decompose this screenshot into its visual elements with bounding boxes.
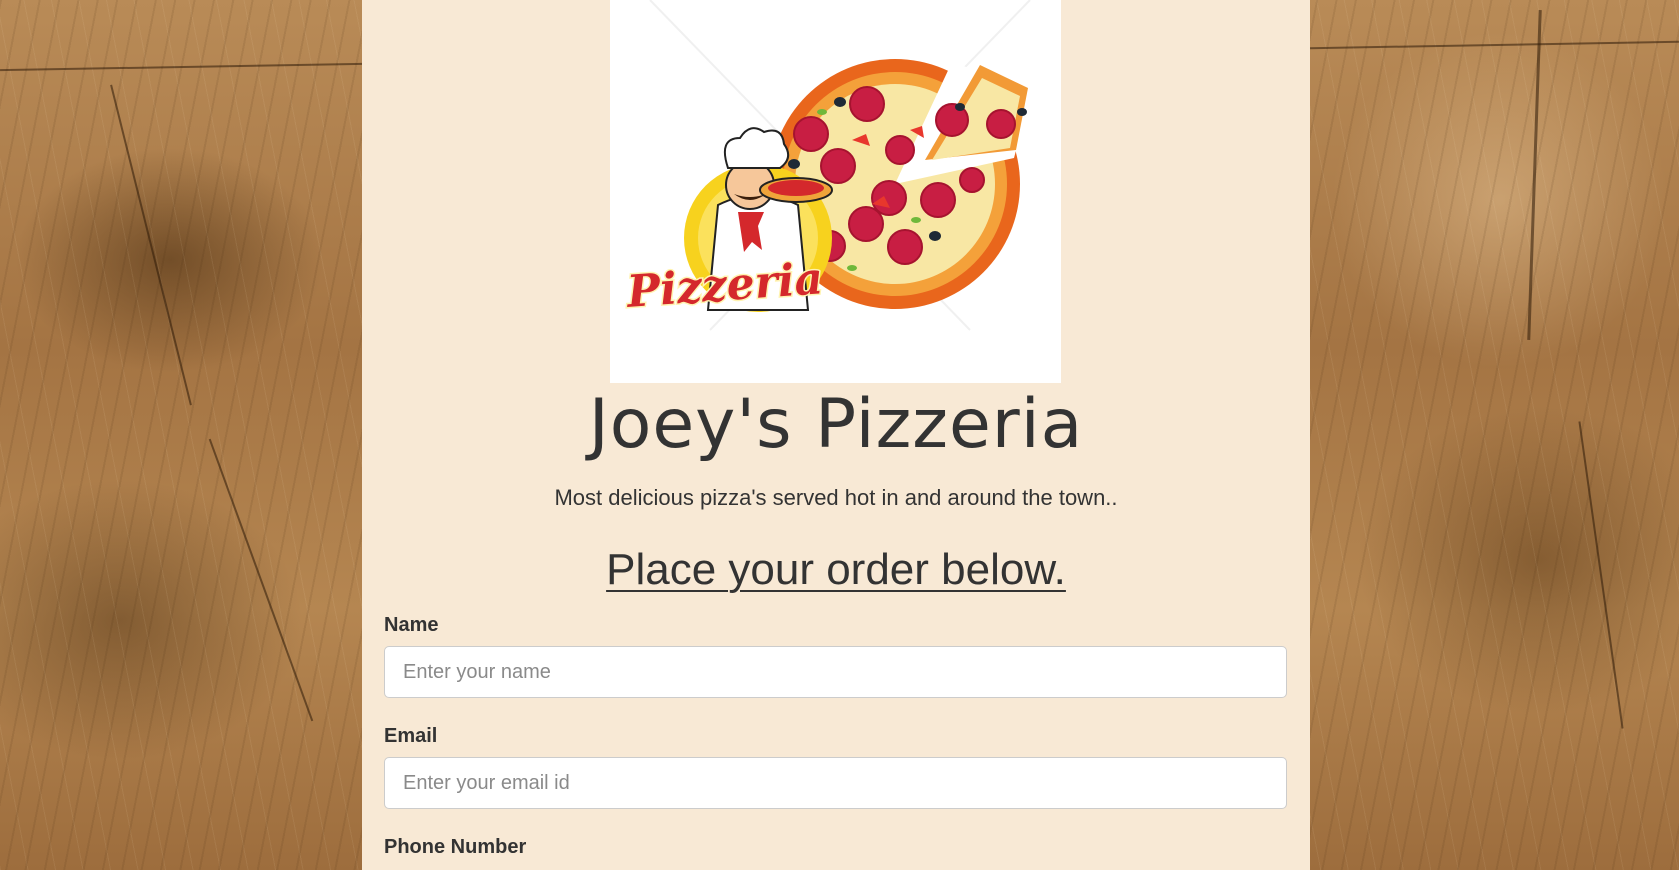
email-input[interactable] (384, 757, 1287, 809)
order-form-heading: Place your order below. (606, 545, 1066, 594)
brand-title: Joey's Pizzeria (588, 385, 1084, 464)
phone-number-field-label: Phone Number (384, 836, 527, 858)
brand-tagline: Most delicious pizza's served hot in and… (554, 485, 1118, 510)
wood-grain-line (208, 438, 314, 722)
name-input[interactable] (384, 646, 1287, 698)
pizzeria-logo: Pizzeria (610, 0, 1061, 383)
wood-grain-line (1310, 40, 1679, 50)
main-container: Pizzeria Joey's Pizzeria Most delicious … (362, 0, 1310, 870)
wood-grain-line (0, 62, 362, 72)
name-field-label: Name (384, 614, 439, 636)
wood-grain-line (1578, 421, 1624, 729)
email-field-label: Email (384, 725, 438, 747)
pizzeria-logo-graphic: Pizzeria (622, 0, 1032, 331)
wood-grain-line (1527, 10, 1542, 340)
wood-grain-line (110, 84, 192, 406)
